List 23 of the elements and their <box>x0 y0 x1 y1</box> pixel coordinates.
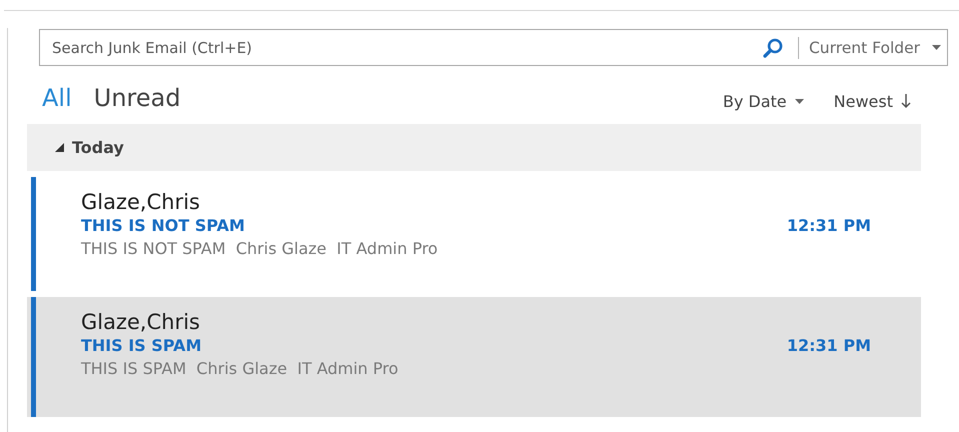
sender-name: Glaze,Chris <box>81 189 201 215</box>
group-header[interactable]: Today <box>27 124 921 171</box>
subject-text: THIS IS SPAM <box>81 335 202 357</box>
preview-text: THIS IS SPAM Chris Glaze IT Admin Pro <box>81 358 400 380</box>
sort-dropdown[interactable]: By Date <box>722 92 804 110</box>
sort-order-button[interactable]: Newest <box>834 92 911 110</box>
sender-name: Glaze,Chris <box>81 309 201 335</box>
expanded-triangle-icon[interactable] <box>55 143 64 152</box>
subject-text: THIS IS NOT SPAM <box>81 215 245 237</box>
search-field[interactable]: Search Junk Email (Ctrl+E) Current Folder <box>39 29 948 66</box>
received-time: 12:31 PM <box>786 215 871 237</box>
search-icon[interactable] <box>762 36 784 58</box>
filter-tab[interactable]: Unread <box>94 84 181 112</box>
preview-text: THIS IS NOT SPAM Chris Glaze IT Admin Pro <box>81 238 439 260</box>
filter-tab[interactable]: All <box>42 84 72 112</box>
caret-icon <box>794 98 804 104</box>
search-input[interactable]: Search Junk Email (Ctrl+E) <box>40 38 762 56</box>
group-label: Today <box>72 138 124 157</box>
caret-icon <box>932 45 941 50</box>
message-row[interactable]: Glaze,Chris THIS IS SPAM 12:31 PM THIS IS SPAM Chris Glaze IT Admin Pro <box>27 297 921 417</box>
down-arrow-icon <box>901 93 911 109</box>
received-time: 12:31 PM <box>786 335 871 357</box>
scope-dropdown[interactable]: Current Folder <box>808 38 947 56</box>
